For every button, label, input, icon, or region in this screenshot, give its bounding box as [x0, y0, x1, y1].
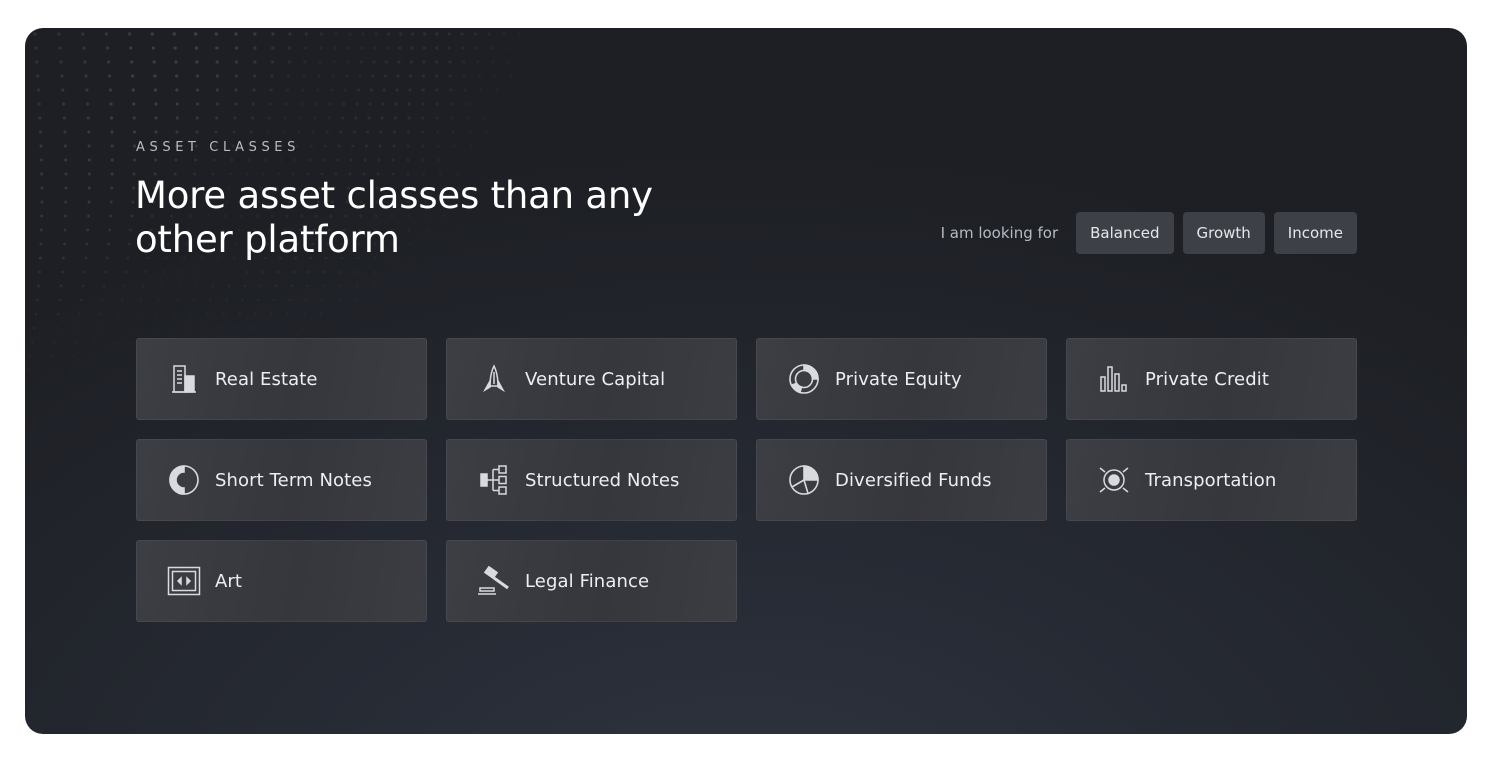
asset-card-real-estate[interactable]: Real Estate: [136, 338, 427, 420]
asset-card-short-term-notes[interactable]: Short Term Notes: [136, 439, 427, 521]
half-circle-icon: [167, 463, 201, 497]
asset-card-legal-finance[interactable]: Legal Finance: [446, 540, 737, 622]
building-icon: [167, 362, 201, 396]
gavel-icon: [477, 564, 511, 598]
asset-card-label: Short Term Notes: [215, 469, 372, 491]
asset-card-label: Structured Notes: [525, 469, 680, 491]
ring-chart-icon: [787, 362, 821, 396]
filter-bar: I am looking for Balanced Growth Income: [941, 212, 1357, 254]
asset-card-label: Transportation: [1145, 469, 1277, 491]
picture-frame-icon: [167, 564, 201, 598]
section-eyebrow: ASSET CLASSES: [136, 140, 300, 155]
pie-chart-icon: [787, 463, 821, 497]
asset-card-label: Diversified Funds: [835, 469, 992, 491]
bar-chart-icon: [1097, 362, 1131, 396]
asset-card-transportation[interactable]: Transportation: [1066, 439, 1357, 521]
asset-card-label: Real Estate: [215, 368, 318, 390]
asset-card-private-equity[interactable]: Private Equity: [756, 338, 1047, 420]
filter-growth-button[interactable]: Growth: [1182, 212, 1265, 254]
target-icon: [1097, 463, 1131, 497]
asset-card-private-credit[interactable]: Private Credit: [1066, 338, 1357, 420]
filter-balanced-button[interactable]: Balanced: [1076, 212, 1174, 254]
filter-label: I am looking for: [940, 224, 1059, 242]
asset-class-grid: Real Estate Venture Capital Private Equi…: [136, 338, 1357, 622]
asset-card-venture-capital[interactable]: Venture Capital: [446, 338, 737, 420]
asset-card-structured-notes[interactable]: Structured Notes: [446, 439, 737, 521]
tree-structure-icon: [477, 463, 511, 497]
asset-card-label: Private Equity: [835, 368, 962, 390]
asset-card-label: Private Credit: [1145, 368, 1270, 390]
asset-card-label: Venture Capital: [525, 368, 666, 390]
section-headline: More asset classes than any other platfo…: [135, 174, 653, 261]
asset-card-diversified-funds[interactable]: Diversified Funds: [756, 439, 1047, 521]
asset-card-label: Legal Finance: [525, 570, 650, 592]
asset-classes-panel: ASSET CLASSES More asset classes than an…: [25, 28, 1467, 734]
asset-card-label: Art: [215, 570, 243, 592]
rocket-icon: [477, 362, 511, 396]
asset-card-art[interactable]: Art: [136, 540, 427, 622]
filter-income-button[interactable]: Income: [1273, 212, 1357, 254]
